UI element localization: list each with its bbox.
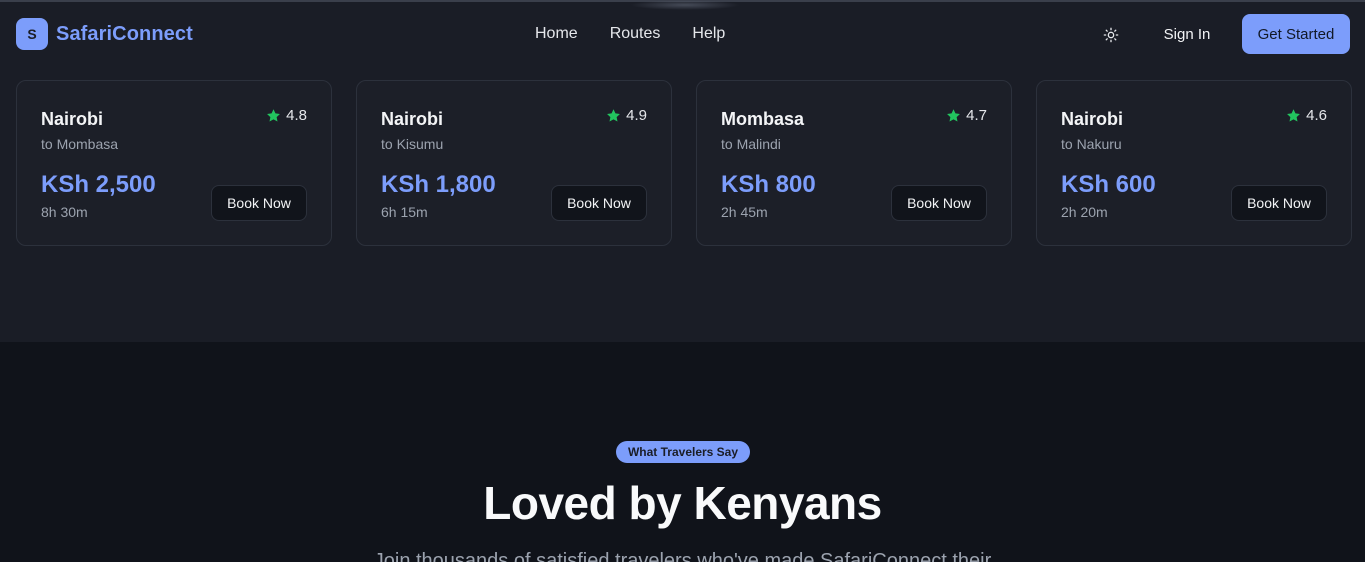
route-cards: Nairobi to Mombasa 4.8 KSh 2,500 8h 30m … (16, 80, 1352, 246)
route-price: KSh 2,500 (41, 171, 156, 198)
route-duration: 2h 45m (721, 204, 768, 220)
star-icon (1287, 109, 1301, 122)
route-origin: Nairobi (41, 109, 104, 129)
route-card: Mombasa to Malindi 4.7 KSh 800 2h 45m Bo… (696, 80, 1012, 246)
star-icon (267, 109, 281, 122)
route-duration: 8h 30m (41, 204, 88, 220)
section-badge: What Travelers Say (616, 441, 750, 463)
rating-value: 4.7 (966, 107, 987, 124)
route-destination: to Nakuru (1061, 136, 1122, 152)
route-price: KSh 600 (1061, 171, 1156, 198)
route-rating: 4.7 (946, 107, 987, 124)
nav-help[interactable]: Help (692, 25, 725, 43)
star-icon (607, 109, 621, 122)
nav-home[interactable]: Home (535, 25, 578, 43)
rating-value: 4.9 (626, 107, 647, 124)
route-card: Nairobi to Nakuru 4.6 KSh 600 2h 20m Boo… (1036, 80, 1352, 246)
testimonials-section: What Travelers Say Loved by Kenyans Join… (0, 342, 1365, 562)
route-destination: to Kisumu (381, 136, 444, 152)
route-origin: Nairobi (381, 109, 444, 129)
brand-badge: S (16, 18, 48, 50)
section-subtitle: Join thousands of satisfied travelers wh… (373, 550, 992, 562)
route-origin: Mombasa (721, 109, 805, 129)
rating-value: 4.8 (286, 107, 307, 124)
page: S SafariConnect Home Routes Help Sign In… (0, 0, 1365, 562)
sign-in-button[interactable]: Sign In (1150, 16, 1224, 52)
star-icon (947, 109, 961, 122)
route-duration: 2h 20m (1061, 204, 1108, 220)
site-header: S SafariConnect Home Routes Help Sign In… (0, 2, 1365, 66)
route-destination: to Mombasa (41, 136, 119, 152)
book-now-button[interactable]: Book Now (551, 185, 647, 221)
section-title: Loved by Kenyans (483, 477, 882, 529)
route-rating: 4.9 (606, 107, 647, 124)
route-card: Nairobi to Mombasa 4.8 KSh 2,500 8h 30m … (16, 80, 332, 246)
route-duration: 6h 15m (381, 204, 428, 220)
sun-icon (1103, 27, 1119, 43)
route-rating: 4.6 (1286, 107, 1327, 124)
route-origin: Nairobi (1061, 109, 1124, 129)
rating-value: 4.6 (1306, 107, 1327, 124)
route-price: KSh 1,800 (381, 171, 496, 198)
main-nav: Home Routes Help (535, 20, 725, 48)
book-now-button[interactable]: Book Now (891, 185, 987, 221)
route-destination: to Malindi (721, 136, 781, 152)
brand-name: SafariConnect (56, 22, 193, 45)
route-rating: 4.8 (266, 107, 307, 124)
theme-toggle-button[interactable] (1098, 22, 1124, 48)
book-now-button[interactable]: Book Now (1231, 185, 1327, 221)
route-price: KSh 800 (721, 171, 816, 198)
nav-routes[interactable]: Routes (610, 25, 661, 43)
route-card: Nairobi to Kisumu 4.9 KSh 1,800 6h 15m B… (356, 80, 672, 246)
brand-logo[interactable]: S SafariConnect (16, 18, 193, 50)
book-now-button[interactable]: Book Now (211, 185, 307, 221)
get-started-button[interactable]: Get Started (1242, 14, 1350, 54)
